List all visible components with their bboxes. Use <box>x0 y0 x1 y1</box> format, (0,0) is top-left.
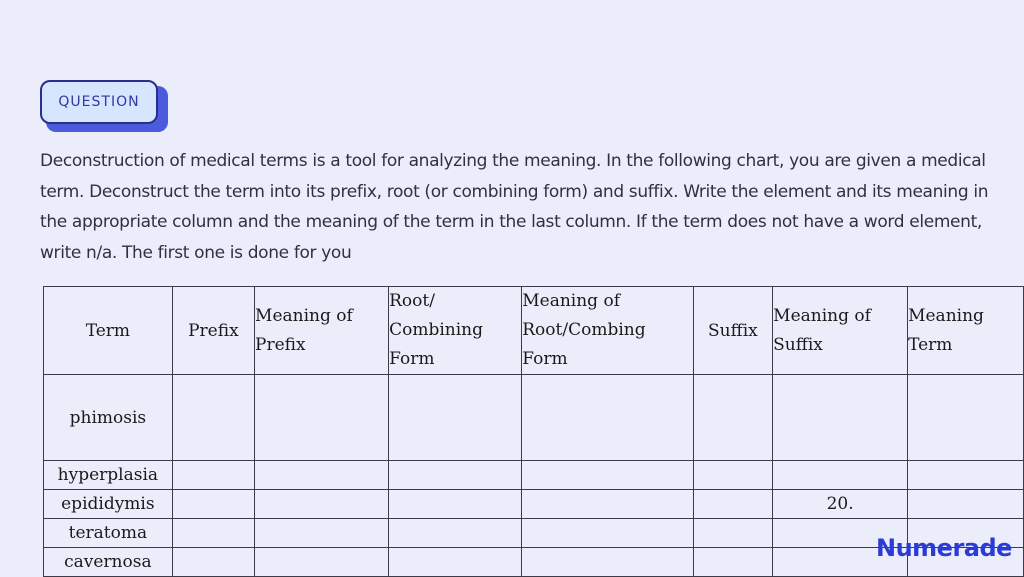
answer-cell <box>254 489 390 519</box>
table-row: epididymis 20. <box>43 489 1024 519</box>
answer-cell <box>254 547 390 577</box>
answer-cell <box>171 518 256 548</box>
answer-cell <box>171 374 256 461</box>
table-row: hyperplasia <box>43 460 1024 490</box>
answer-cell <box>254 374 390 461</box>
question-badge: QUESTION <box>40 80 168 132</box>
term-cell: cavernosa <box>43 547 173 577</box>
answer-cell <box>772 374 909 461</box>
header-meaning-root: Meaning of Root/Combing Form <box>521 286 694 375</box>
answer-cell <box>772 460 909 490</box>
answer-cell <box>521 489 694 519</box>
header-meaning-suffix: Meaning of Suffix <box>772 286 909 375</box>
answer-cell <box>692 460 774 490</box>
answer-cell <box>171 460 256 490</box>
header-meaning-prefix: Meaning of Prefix <box>254 286 390 375</box>
answer-cell <box>692 518 774 548</box>
answer-cell <box>907 460 1024 490</box>
header-suffix: Suffix <box>692 286 774 375</box>
answer-cell <box>388 460 523 490</box>
answer-cell <box>521 374 694 461</box>
header-meaning-term: Meaning Term <box>907 286 1024 375</box>
answer-cell <box>692 489 774 519</box>
answer-cell <box>692 547 774 577</box>
header-prefix: Prefix <box>171 286 256 375</box>
answer-cell <box>907 374 1024 461</box>
question-prompt: Deconstruction of medical terms is a too… <box>40 151 989 263</box>
answer-cell <box>171 547 256 577</box>
answer-cell <box>171 489 256 519</box>
answer-cell <box>907 489 1024 519</box>
answer-cell <box>521 547 694 577</box>
term-cell: teratoma <box>43 518 173 548</box>
question-badge-label: QUESTION <box>40 80 158 124</box>
answer-cell <box>254 460 390 490</box>
header-root: Root/ Combining Form <box>388 286 523 375</box>
answer-cell <box>388 489 523 519</box>
term-cell: phimosis <box>43 374 173 461</box>
answer-cell <box>388 547 523 577</box>
term-cell: epididymis <box>43 489 173 519</box>
answer-cell: 20. <box>772 489 909 519</box>
answer-cell <box>521 460 694 490</box>
answer-cell <box>388 518 523 548</box>
header-row: Term Prefix Meaning of Prefix Root/ Comb… <box>43 286 1024 375</box>
answer-cell <box>692 374 774 461</box>
header-term: Term <box>43 286 173 375</box>
term-cell: hyperplasia <box>43 460 173 490</box>
numerade-logo: Numerade <box>876 534 1012 562</box>
answer-cell <box>254 518 390 548</box>
answer-cell <box>521 518 694 548</box>
answer-cell <box>388 374 523 461</box>
table-row: phimosis <box>43 374 1024 461</box>
